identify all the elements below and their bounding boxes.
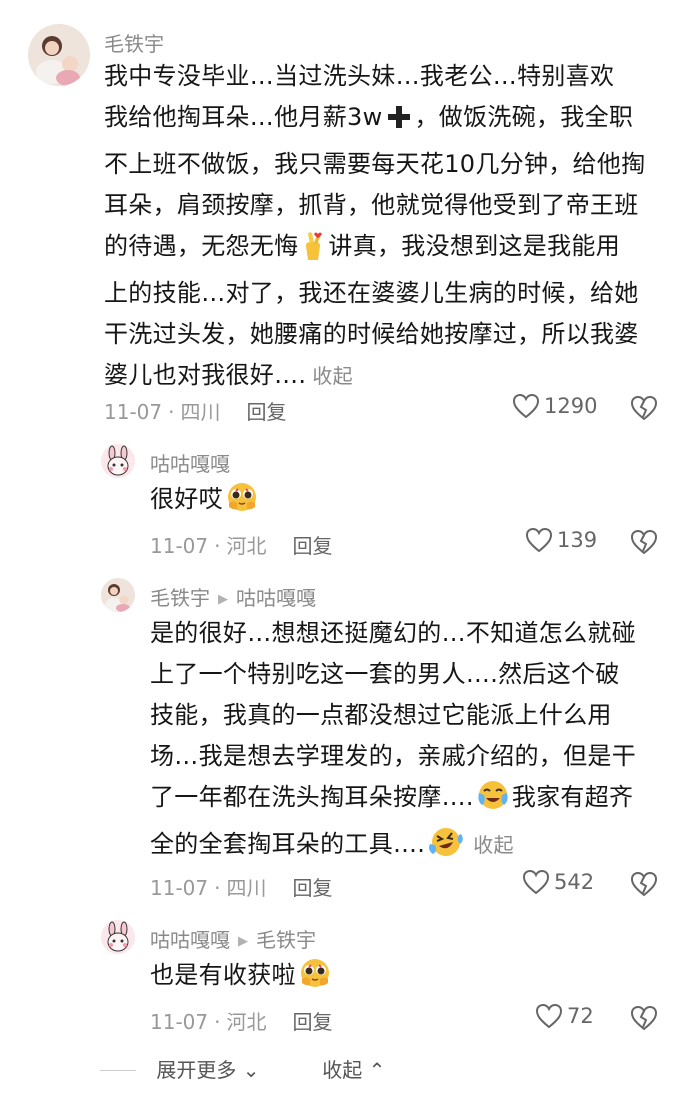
like-button[interactable]: 72 <box>535 1003 594 1029</box>
collapse-button[interactable]: 收起 <box>473 833 514 857</box>
reply-button[interactable]: 回复 <box>292 1010 332 1034</box>
reply-button[interactable]: 回复 <box>246 400 286 424</box>
comment-text: 是的很好…想想还挺魔幻的…不知道怎么就碰 上了一个特别吃这一套的男人….然后这个… <box>150 613 670 871</box>
like-button[interactable]: 542 <box>522 869 594 895</box>
avatar[interactable] <box>101 920 135 954</box>
crying-emoji-icon <box>476 779 510 824</box>
like-count: 1290 <box>544 394 598 418</box>
avatar[interactable] <box>101 578 135 612</box>
reply-arrow-icon: ▶ <box>238 934 248 949</box>
comment-meta: 11-07 · 河北 回复 <box>150 534 333 558</box>
comment-meta: 11-07 · 四川 回复 <box>104 400 287 424</box>
reply-button[interactable]: 回复 <box>292 534 332 558</box>
dislike-button[interactable] <box>630 529 658 559</box>
broken-heart-icon <box>630 529 658 555</box>
avatar[interactable] <box>101 444 135 478</box>
comment-author[interactable]: 毛铁宇 <box>104 28 164 57</box>
comment-author[interactable]: 咕咕嘎嘎 ▶ 毛铁宇 <box>150 924 316 953</box>
reply-arrow-icon: ▶ <box>218 592 228 607</box>
pleading-face-emoji-icon <box>298 957 332 1002</box>
comment-author[interactable]: 咕咕嘎嘎 <box>150 448 230 477</box>
like-button[interactable]: 139 <box>525 527 597 553</box>
finger-heart-emoji-icon <box>300 230 326 273</box>
reply-button[interactable]: 回复 <box>292 876 332 900</box>
heart-outline-icon <box>535 1003 563 1029</box>
broken-heart-icon <box>630 395 658 421</box>
replies-footer: 展开更多 ⌄ 收起 ⌃ <box>100 1054 385 1084</box>
like-count: 139 <box>557 528 598 552</box>
heart-outline-icon <box>522 869 550 895</box>
comment-location: 四川 <box>180 400 221 424</box>
divider <box>100 1070 136 1071</box>
like-count: 542 <box>554 870 595 894</box>
broken-heart-icon <box>630 871 658 897</box>
comment-text: 也是有收获啦 <box>150 955 334 1002</box>
dislike-button[interactable] <box>630 395 658 425</box>
collapse-replies-button[interactable]: 收起 ⌃ <box>322 1058 385 1082</box>
comment-author[interactable]: 毛铁宇 ▶ 咕咕嘎嘎 <box>150 582 316 611</box>
comment-location: 四川 <box>226 876 267 900</box>
comment-date: 11-07 <box>150 1010 209 1034</box>
dislike-button[interactable] <box>630 1005 658 1035</box>
crying-emoji-icon <box>427 826 465 871</box>
pleading-face-emoji-icon <box>225 481 259 526</box>
like-count: 72 <box>567 1004 594 1028</box>
comment-location: 河北 <box>226 534 267 558</box>
comment-location: 河北 <box>226 1010 267 1034</box>
expand-more-button[interactable]: 展开更多 ⌄ <box>156 1058 259 1082</box>
dislike-button[interactable] <box>630 871 658 901</box>
comment-meta: 11-07 · 四川 回复 <box>150 876 333 900</box>
plus-emoji-icon <box>385 103 413 144</box>
broken-heart-icon <box>630 1005 658 1031</box>
chevron-up-icon: ⌃ <box>368 1058 386 1082</box>
comment-date: 11-07 <box>104 400 163 424</box>
avatar[interactable] <box>28 24 90 86</box>
heart-outline-icon <box>512 393 540 419</box>
chevron-down-icon: ⌄ <box>242 1058 260 1082</box>
comment-date: 11-07 <box>150 876 209 900</box>
comment-date: 11-07 <box>150 534 209 558</box>
comment-meta: 11-07 · 河北 回复 <box>150 1010 333 1034</box>
comment-text: 我中专没毕业…当过洗头妹…我老公…特别喜欢 我给他掏耳朵…他月薪3w ，做饭洗碗，… <box>104 62 646 389</box>
like-button[interactable]: 1290 <box>512 393 597 419</box>
collapse-button[interactable]: 收起 <box>312 364 353 388</box>
comment-text: 很好哎 <box>150 479 261 526</box>
heart-outline-icon <box>525 527 553 553</box>
